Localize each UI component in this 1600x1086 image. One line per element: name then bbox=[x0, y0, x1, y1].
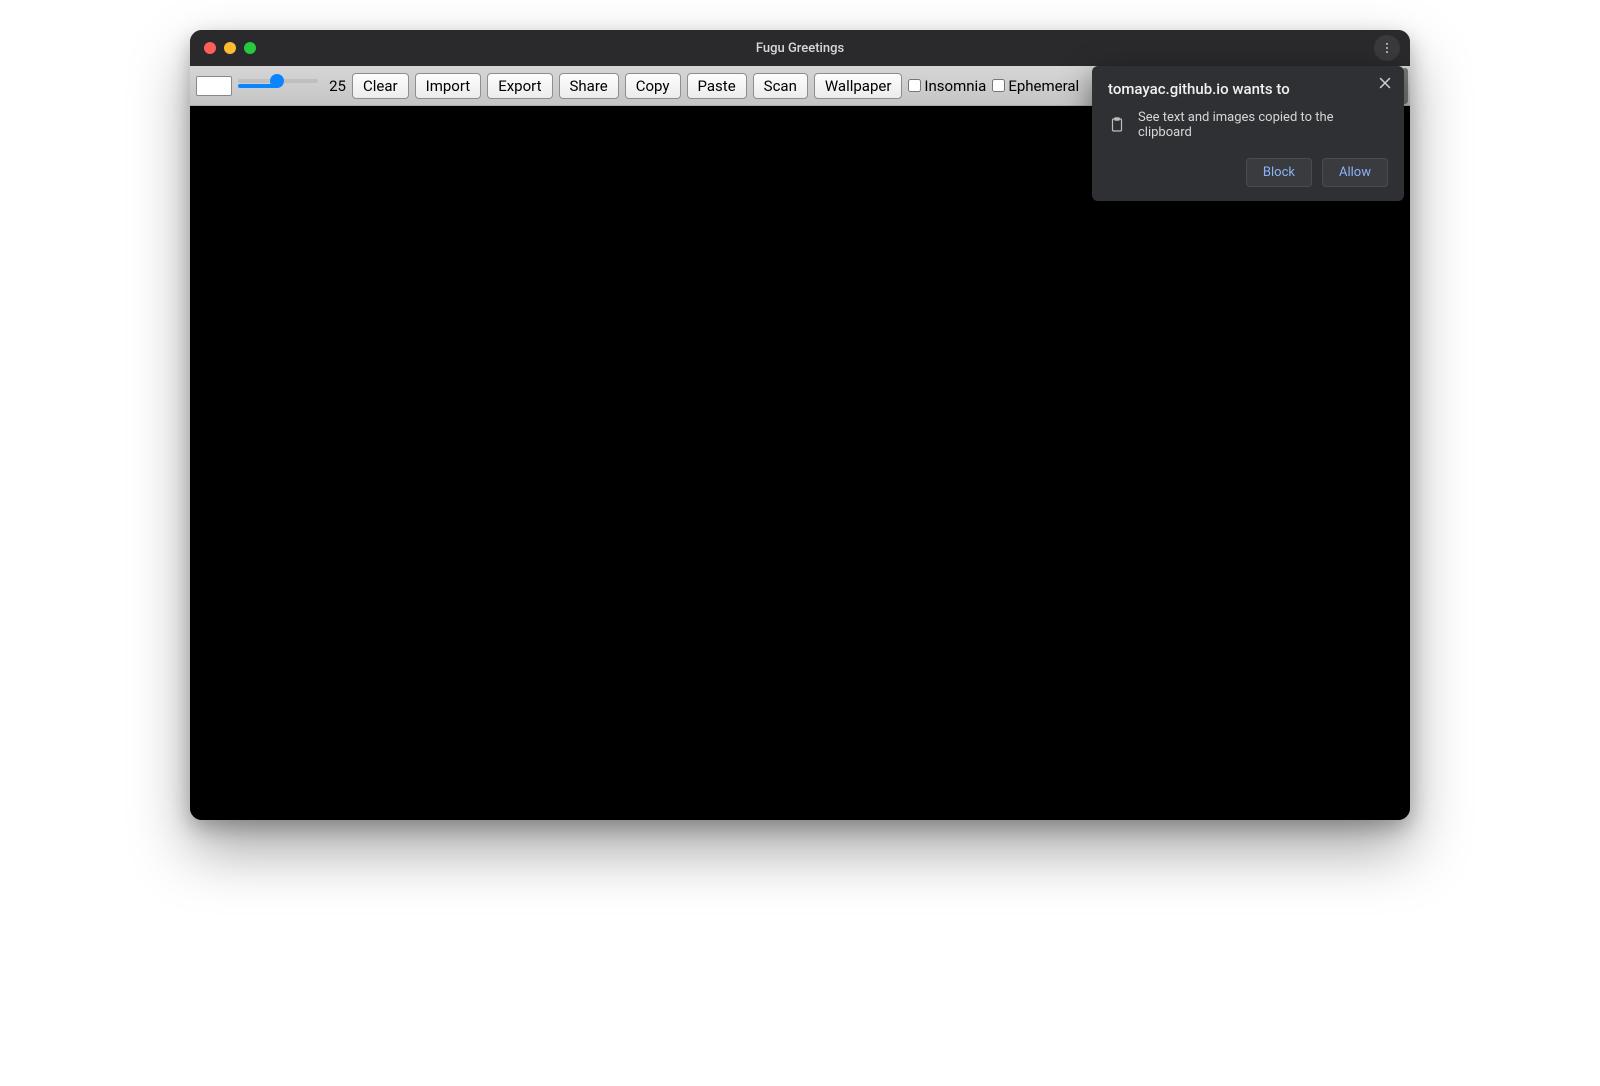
clipboard-icon bbox=[1108, 116, 1126, 134]
brush-size-slider[interactable] bbox=[238, 79, 318, 83]
permission-detail-row: See text and images copied to the clipbo… bbox=[1108, 110, 1388, 140]
drawing-canvas[interactable] bbox=[190, 106, 1410, 820]
wallpaper-button[interactable]: Wallpaper bbox=[814, 73, 903, 99]
window-menu-button[interactable] bbox=[1374, 35, 1400, 61]
vertical-dots-icon bbox=[1380, 41, 1394, 55]
permission-close-button[interactable] bbox=[1376, 74, 1394, 92]
window-title: Fugu Greetings bbox=[190, 41, 1410, 56]
permission-prompt: tomayac.github.io wants to See text and … bbox=[1092, 66, 1404, 201]
share-button[interactable]: Share bbox=[559, 73, 619, 99]
titlebar: Fugu Greetings bbox=[190, 30, 1410, 66]
permission-wants-to: wants to bbox=[1232, 80, 1289, 98]
insomnia-toggle[interactable]: Insomnia bbox=[908, 77, 986, 95]
ephemeral-checkbox[interactable] bbox=[992, 79, 1005, 92]
permission-detail: See text and images copied to the clipbo… bbox=[1138, 110, 1388, 140]
insomnia-label: Insomnia bbox=[924, 77, 986, 95]
app-window: Fugu Greetings 25 Clear Import Export Sh… bbox=[190, 30, 1410, 820]
permission-actions: Block Allow bbox=[1108, 158, 1388, 187]
paste-button[interactable]: Paste bbox=[687, 73, 747, 99]
insomnia-checkbox[interactable] bbox=[908, 79, 921, 92]
import-button[interactable]: Import bbox=[415, 73, 482, 99]
permission-origin: tomayac.github.io bbox=[1108, 80, 1229, 98]
ephemeral-toggle[interactable]: Ephemeral bbox=[992, 77, 1079, 95]
permission-block-button[interactable]: Block bbox=[1246, 158, 1312, 187]
minimize-window-button[interactable] bbox=[224, 42, 236, 54]
close-icon bbox=[1376, 74, 1394, 92]
permission-title: tomayac.github.io wants to bbox=[1108, 80, 1388, 98]
permission-allow-button[interactable]: Allow bbox=[1322, 158, 1388, 187]
maximize-window-button[interactable] bbox=[244, 42, 256, 54]
export-button[interactable]: Export bbox=[487, 73, 552, 99]
clear-button[interactable]: Clear bbox=[352, 73, 409, 99]
ephemeral-label: Ephemeral bbox=[1008, 77, 1079, 95]
color-picker[interactable] bbox=[196, 76, 232, 96]
scan-button[interactable]: Scan bbox=[753, 73, 808, 99]
brush-size-control: 25 bbox=[238, 77, 346, 95]
traffic-lights bbox=[190, 42, 256, 54]
brush-size-value: 25 bbox=[324, 77, 346, 95]
close-window-button[interactable] bbox=[204, 42, 216, 54]
copy-button[interactable]: Copy bbox=[625, 73, 681, 99]
